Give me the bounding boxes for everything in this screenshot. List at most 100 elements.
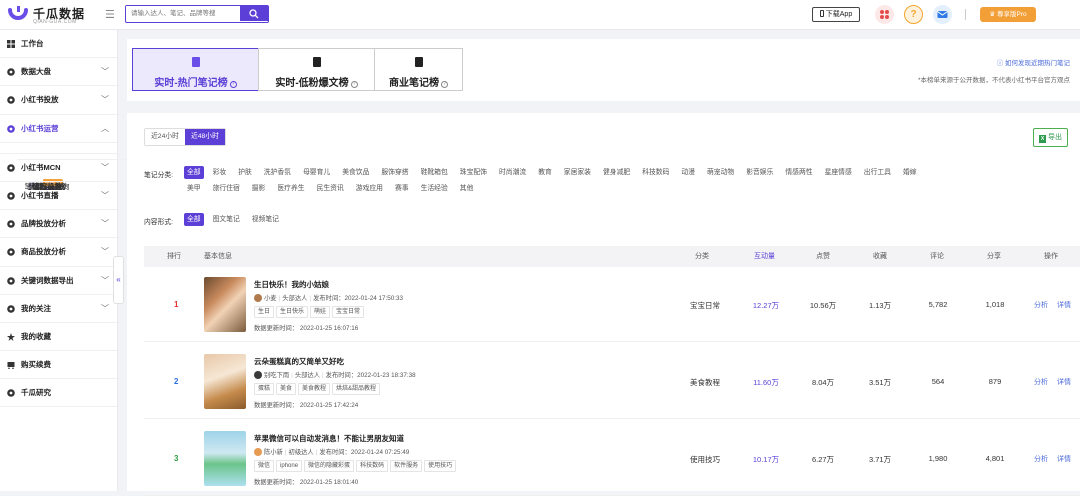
avatar[interactable] xyxy=(254,448,262,456)
filter-chip[interactable]: 鞋靴箱包 xyxy=(418,166,451,179)
analyze-link[interactable]: 分析 xyxy=(1034,454,1048,464)
filter-chip[interactable]: 民生资讯 xyxy=(314,182,347,195)
tab-48h[interactable]: 近48小时 xyxy=(184,129,225,145)
filter-chip[interactable]: 其他 xyxy=(457,182,477,195)
sidebar-item[interactable]: 工作台 xyxy=(0,30,117,59)
filter-chip[interactable]: 旅行住宿 xyxy=(210,182,243,195)
how-to-link[interactable]: ⓘ 如何发现近期热门笔记 xyxy=(997,57,1070,67)
filter-chip[interactable]: 服饰穿搭 xyxy=(378,166,411,179)
header-shares[interactable]: 分享 xyxy=(987,246,1001,267)
filter-chip[interactable]: 摄影 xyxy=(249,182,269,195)
note-title[interactable]: 云朵蛋糕真的又简单又好吃 xyxy=(254,356,344,367)
sidebar-item-label: 我的收藏 xyxy=(21,331,51,341)
sidebar-item[interactable]: 小红书投放 ﹀ xyxy=(0,86,117,115)
author-name[interactable]: 陈小新 xyxy=(264,449,283,456)
analyze-link[interactable]: 分析 xyxy=(1034,377,1048,387)
mail-icon[interactable] xyxy=(933,5,952,24)
filter-chip[interactable]: 视频笔记 xyxy=(249,213,282,226)
filter-chip[interactable]: 动漫 xyxy=(678,166,698,179)
tag: 烘焙&甜品教程 xyxy=(332,383,381,395)
tab-commercial-notes[interactable]: 商业笔记榜? xyxy=(374,48,463,91)
logo-subtext: QIAN-GUA.COM xyxy=(33,19,77,25)
sidebar-item[interactable]: 购买续费 xyxy=(0,351,117,380)
note-title[interactable]: 生日快乐！我的小姑娘 xyxy=(254,279,329,290)
note-meta: 陈小新 | 初级达人 | 发布时间：2022-01-24 07:25:49 xyxy=(254,447,409,456)
filter-chip[interactable]: 医疗养生 xyxy=(274,182,307,195)
table-row[interactable]: 1 生日快乐！我的小姑娘 小麦 | 头部达人 | 发布时间：2022-01-24 17:… xyxy=(144,267,1080,342)
tab-hot-notes[interactable]: 实时-热门笔记榜? xyxy=(132,48,259,91)
filter-chip[interactable]: 萌宠动物 xyxy=(704,166,737,179)
author-level: 头部达人 xyxy=(282,295,308,302)
filter-chip[interactable]: 影音娱乐 xyxy=(743,166,776,179)
sidebar-item[interactable]: 数据大盘 ﹀ xyxy=(0,58,117,87)
sidebar-item[interactable]: 小红书直播 ﹀ xyxy=(0,182,117,211)
sidebar-item[interactable]: 我的收藏 xyxy=(0,323,117,352)
top-bar: 千瓜数据 QIAN-GUA.COM ☰ 下载App ? ♛ 尊享版Pro xyxy=(0,0,1080,30)
vip-button[interactable]: ♛ 尊享版Pro xyxy=(980,7,1036,22)
filter-chip[interactable]: 洗护香氛 xyxy=(261,166,294,179)
filter-chip[interactable]: 星座情感 xyxy=(822,166,855,179)
note-thumbnail[interactable] xyxy=(204,277,246,332)
filter-chip[interactable]: 珠宝配饰 xyxy=(457,166,490,179)
note-thumbnail[interactable] xyxy=(204,431,246,486)
detail-link[interactable]: 详情 xyxy=(1057,300,1071,310)
filter-chip[interactable]: 教育 xyxy=(535,166,555,179)
detail-link[interactable]: 详情 xyxy=(1057,377,1071,387)
author-name[interactable]: 别吃下雨 xyxy=(264,372,289,379)
sidebar-item[interactable]: 商品投放分析 ﹀ xyxy=(0,238,117,267)
filter-chip[interactable]: 护肤 xyxy=(235,166,255,179)
header-collects[interactable]: 收藏 xyxy=(873,246,887,267)
export-button[interactable]: X 导出 xyxy=(1033,128,1068,147)
filter-chip[interactable]: 情感两性 xyxy=(782,166,815,179)
workspace-icon xyxy=(7,40,15,48)
filter-chip[interactable]: 图文笔记 xyxy=(210,213,243,226)
board-header-card: 实时-热门笔记榜? 实时-低粉爆文榜? 商业笔记榜? ⓘ 如何发现近期热门笔记 … xyxy=(127,39,1080,101)
filter-chip[interactable]: 全部 xyxy=(184,166,204,179)
sidebar-item-label: 小红书运营 xyxy=(21,123,59,133)
filter-chip[interactable]: 健身减肥 xyxy=(600,166,633,179)
filter-chip[interactable]: 科技数码 xyxy=(639,166,672,179)
sidebar-item[interactable]: 关键词数据导出 ﹀ xyxy=(0,267,117,295)
filter-chip[interactable]: 婚嫁 xyxy=(900,166,920,179)
filter-chip[interactable]: 彩妆 xyxy=(210,166,230,179)
avatar[interactable] xyxy=(254,371,262,379)
search-input[interactable] xyxy=(126,6,238,21)
header-interaction[interactable]: 互动量 xyxy=(754,246,775,267)
header-likes[interactable]: 点赞 xyxy=(816,246,830,267)
table-row[interactable]: 2 云朵蛋糕真的又简单又好吃 别吃下雨 | 头部达人 | 发布时间：2022-01-23… xyxy=(144,344,1080,419)
filter-chip[interactable]: 生活经验 xyxy=(418,182,451,195)
sidebar-item[interactable]: 千瓜研究 xyxy=(0,379,117,408)
filter-chip[interactable]: 家居家装 xyxy=(561,166,594,179)
avatar[interactable] xyxy=(254,294,262,302)
menu-collapse-icon[interactable]: ☰ xyxy=(105,8,115,21)
filter-chip[interactable]: 美甲 xyxy=(184,182,204,195)
sidebar-item[interactable]: 我的关注 ﹀ xyxy=(0,295,117,323)
header-comments[interactable]: 评论 xyxy=(930,246,944,267)
sidebar-collapse-toggle[interactable]: « xyxy=(113,256,124,304)
author-name[interactable]: 小麦 xyxy=(264,295,277,302)
filter-chip[interactable]: 游戏应用 xyxy=(353,182,386,195)
tab-low-fan-viral[interactable]: 实时-低粉爆文榜? xyxy=(258,48,375,91)
tab-24h[interactable]: 近24小时 xyxy=(145,129,185,145)
note-thumbnail[interactable] xyxy=(204,354,246,409)
filter-chip[interactable]: 母婴育儿 xyxy=(300,166,333,179)
apps-icon[interactable] xyxy=(875,5,894,24)
sidebar-item[interactable]: 小红书MCN ﹀ xyxy=(0,154,117,182)
filter-chip[interactable]: 赛事 xyxy=(392,182,412,195)
note-title[interactable]: 苹果微信可以自动发消息！不能让男朋友知道 xyxy=(254,433,404,444)
analyze-link[interactable]: 分析 xyxy=(1034,300,1048,310)
download-app-button[interactable]: 下载App xyxy=(812,7,860,22)
sidebar-item[interactable]: 小红书运营 ︿ xyxy=(0,115,117,143)
sidebar-item[interactable]: 品牌投放分析 ﹀ xyxy=(0,210,117,239)
search-button[interactable] xyxy=(240,6,268,21)
filter-chip[interactable]: 美食饮品 xyxy=(339,166,372,179)
table-row[interactable]: 3 苹果微信可以自动发消息！不能让男朋友知道 陈小新 | 初级达人 | 发布时间：202… xyxy=(144,421,1080,496)
filter-chip[interactable]: 出行工具 xyxy=(861,166,894,179)
brand-icon xyxy=(7,220,15,228)
chevron-down-icon: ﹀ xyxy=(101,67,109,77)
help-icon[interactable]: ? xyxy=(904,5,923,24)
filter-chip[interactable]: 全部 xyxy=(184,213,204,226)
research-icon xyxy=(7,389,15,398)
filter-chip[interactable]: 时尚潮流 xyxy=(496,166,529,179)
detail-link[interactable]: 详情 xyxy=(1057,454,1071,464)
